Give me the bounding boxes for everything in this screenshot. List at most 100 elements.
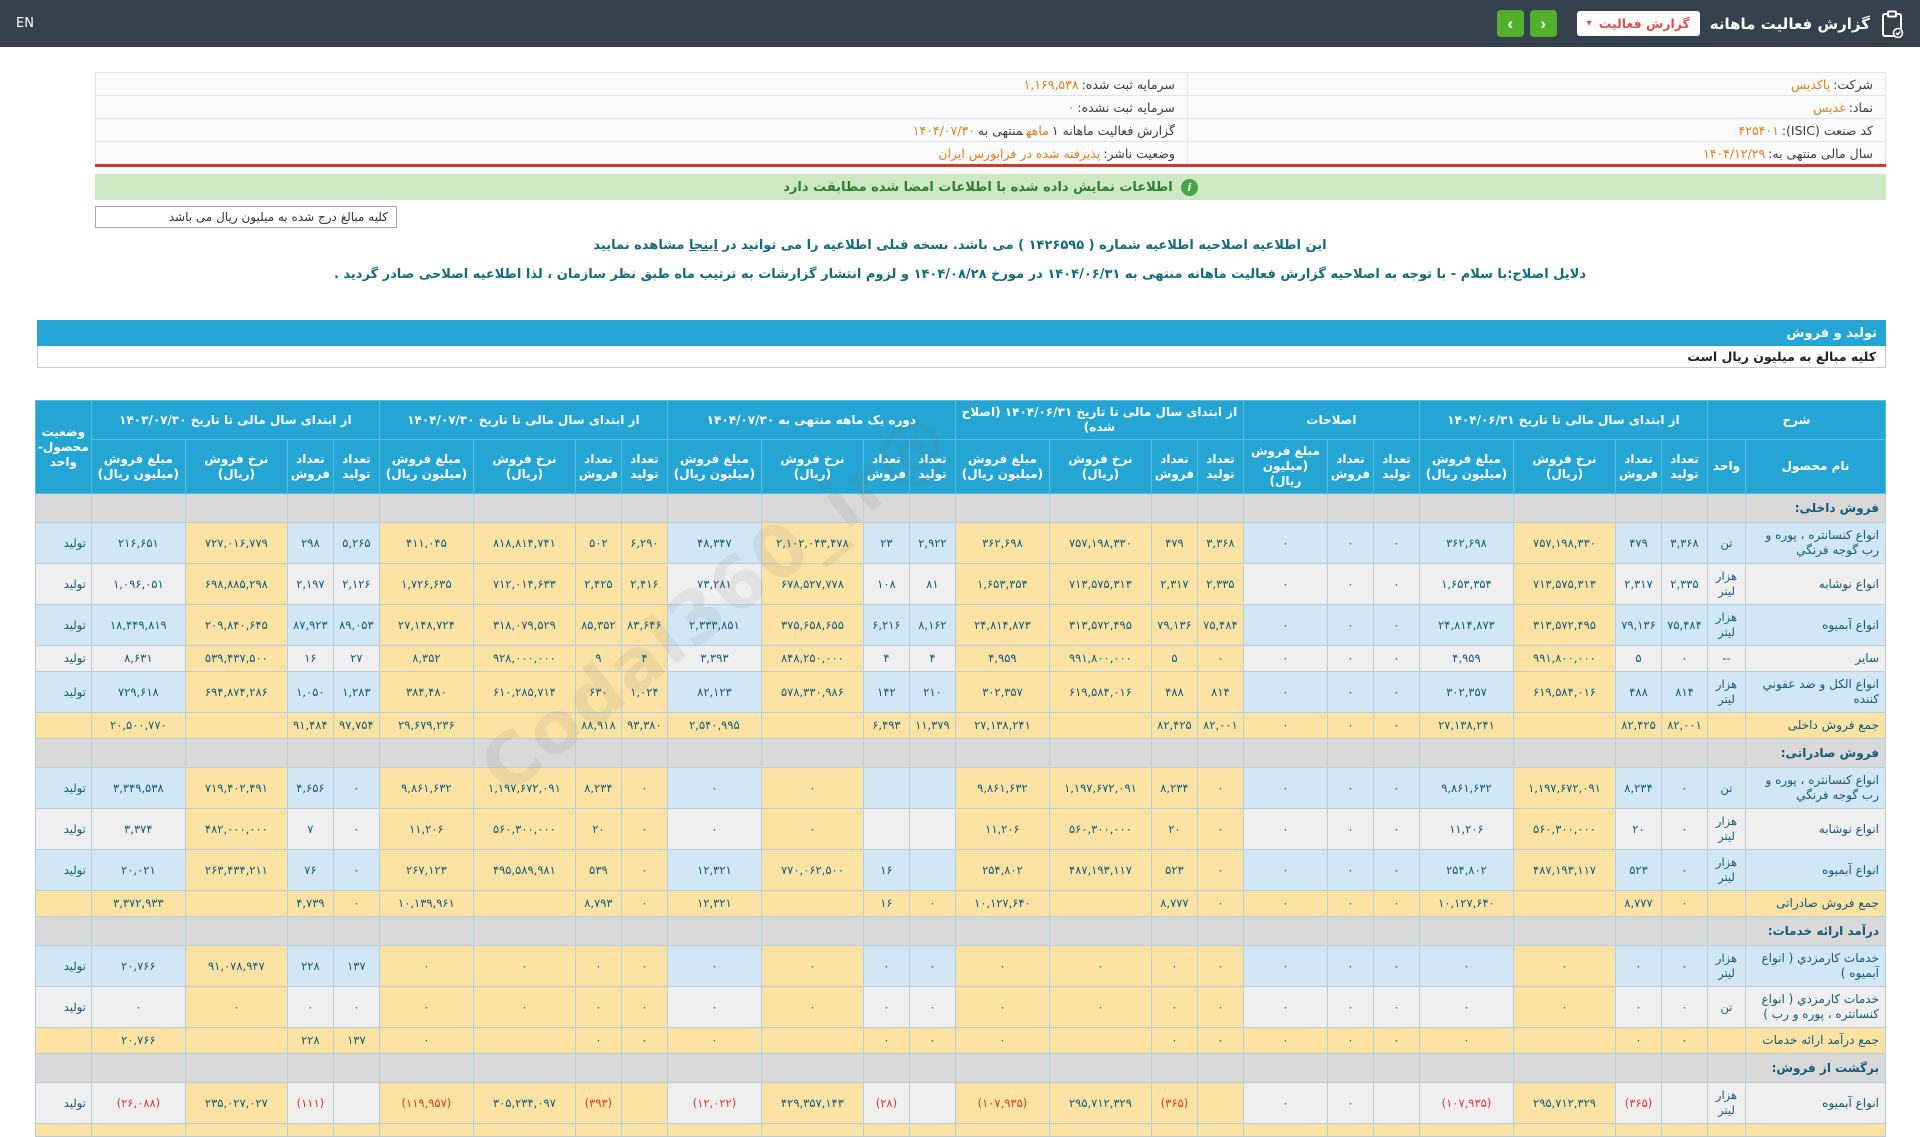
value-cell: ۲۷,۱۴۸,۷۲۴: [379, 605, 473, 646]
info-label: گزارش فعالیت ماهانه ۱: [1052, 123, 1175, 138]
value-cell: ۰: [1419, 1028, 1513, 1054]
partial-cell: [1243, 1124, 1327, 1137]
value-cell: ۲۷,۱۳۸,۲۴۱: [955, 713, 1049, 739]
section-cell: [1615, 917, 1661, 946]
column-subheader: تعداد تولید: [333, 440, 379, 494]
value-cell: ۰: [1197, 946, 1243, 987]
product-name-cell: انواع کنسانتره ، پوره و رب گوجه فرنگي: [1746, 768, 1886, 809]
partial-cell: [575, 1124, 621, 1137]
value-cell: ۹,۸۶۱,۶۳۲: [955, 768, 1049, 809]
value-cell: ۸,۲۳۴: [575, 768, 621, 809]
section-cell: [1151, 494, 1197, 523]
value-cell: ۰: [1661, 809, 1707, 850]
value-cell: ۰: [1243, 1083, 1327, 1124]
section-cell: [1419, 494, 1513, 523]
value-cell: ۳۱۳,۵۷۲,۴۹۵: [1049, 605, 1151, 646]
section-cell: [1327, 739, 1373, 768]
value-cell: ۱۱,۲۰۶: [955, 809, 1049, 850]
section-row: درآمد ارائه خدمات:: [35, 917, 1885, 946]
value-cell: ۰: [667, 809, 761, 850]
value-cell: ۸,۲۳۴: [1615, 768, 1661, 809]
value-cell: ۷۲۹,۶۱۸: [91, 672, 185, 713]
value-cell: ۳۰۵,۲۳۴,۰۹۷: [473, 1083, 575, 1124]
section-cell: [287, 917, 333, 946]
value-cell: ۰: [621, 850, 667, 891]
value-cell: ۳,۳۷۴: [91, 809, 185, 850]
value-cell: ۸۲,۱۲۳: [667, 672, 761, 713]
value-cell: ۷۹,۱۳۶: [1615, 605, 1661, 646]
value-cell: (۳۶۵): [1151, 1083, 1197, 1124]
value-cell: ۵: [1151, 646, 1197, 672]
value-cell: ۸۱۸,۸۱۴,۷۴۱: [473, 523, 575, 564]
unit-cell: هزار لیتر: [1707, 672, 1745, 713]
previous-version-link[interactable]: اینجا: [689, 238, 718, 253]
section-cell: [1419, 917, 1513, 946]
value-cell: ۰: [863, 1028, 909, 1054]
value-cell: ۰: [1197, 809, 1243, 850]
correction-reason-note: دلایل اصلاح:با سلام - با توجه به اصلاحیه…: [40, 267, 1880, 282]
language-toggle[interactable]: EN: [16, 16, 34, 31]
info-label: سال مالی منتهی به:: [1768, 146, 1873, 161]
table-header-group-row: شرحاز ابتدای سال مالی تا تاریخ ۱۴۰۴/۰۶/۳…: [35, 401, 1885, 440]
value-cell: ۲,۵۴۰,۹۹۵: [667, 713, 761, 739]
value-cell: ۱,۱۹۷,۶۷۲,۰۹۱: [1049, 768, 1151, 809]
total-label-cell: جمع فروش داخلی: [1746, 713, 1886, 739]
column-group-header-1: اصلاحات: [1243, 401, 1419, 440]
next-report-button[interactable]: ›: [1497, 10, 1524, 37]
section-cell: [35, 1054, 91, 1083]
value-cell: ۰: [1661, 946, 1707, 987]
section-cell: [1513, 917, 1615, 946]
total-label-cell: جمع فروش صادراتی: [1746, 891, 1886, 917]
column-subheader: مبلغ فروش (میلیون ریال): [379, 440, 473, 494]
prev-report-button[interactable]: ‹: [1530, 10, 1557, 37]
value-cell: ۴,۷۳۹: [287, 891, 333, 917]
signature-match-text: اطلاعات نمایش داده شده با اطلاعات امضا ش…: [783, 180, 1173, 195]
value-cell: ۹,۸۶۱,۶۳۲: [1419, 768, 1513, 809]
value-cell: ۸۹,۰۵۳: [333, 605, 379, 646]
value-cell: ۰: [1661, 987, 1707, 1028]
status-cell: تولید: [35, 564, 91, 605]
column-group-header-2: از ابتدای سال مالی تا تاریخ ۱۴۰۴/۰۶/۳۱ (…: [955, 401, 1243, 440]
value-cell: ۰: [621, 768, 667, 809]
value-cell: ۲۰: [1151, 809, 1197, 850]
value-cell: ۲۳: [863, 523, 909, 564]
column-header-unit: واحد: [1707, 440, 1745, 494]
column-group-header-4: از ابتدای سال مالی تا تاریخ ۱۴۰۴/۰۷/۳۰: [379, 401, 667, 440]
value-cell: ۰: [1327, 946, 1373, 987]
section-row: فروش داخلی:: [35, 494, 1885, 523]
value-cell: ۲۵۴,۸۰۲: [955, 850, 1049, 891]
table-row: انواع نوشابههزار لیتر۰۲۰۵۶۰,۳۰۰,۰۰۰۱۱,۲۰…: [35, 809, 1885, 850]
section-cell: [91, 739, 185, 768]
section-cell: [955, 917, 1049, 946]
value-cell: ۰: [575, 1028, 621, 1054]
table-row: انواع آبمیوههزار لیتر(۳۶۵)۲۹۵,۷۱۲,۳۲۹(۱۰…: [35, 1083, 1885, 1124]
value-cell: ۱۱,۲۰۶: [1419, 809, 1513, 850]
section-title-cell: فروش صادراتی:: [1746, 739, 1886, 768]
value-cell: ۰: [761, 946, 863, 987]
value-cell: ۲۴,۸۱۴,۸۷۳: [1419, 605, 1513, 646]
unit-cell: [1707, 891, 1745, 917]
section-cell: [379, 917, 473, 946]
value-cell: ۶۷۸,۵۲۷,۷۷۸: [761, 564, 863, 605]
status-cell: تولید: [35, 768, 91, 809]
total-row: جمع فروش صادراتی۰۸,۷۷۷۱۰,۱۲۷,۶۴۰۰۰۰۰۸,۷۷…: [35, 891, 1885, 917]
value-cell: ۰: [1661, 768, 1707, 809]
section-cell: [1327, 494, 1373, 523]
product-name-cell: انواع آبمیوه: [1746, 605, 1886, 646]
section-cell: [1661, 1054, 1707, 1083]
value-cell: ۶۹۸,۸۸۵,۲۹۸: [185, 564, 287, 605]
section-cell: [1373, 917, 1419, 946]
value-cell: ۰: [1419, 946, 1513, 987]
value-cell: ۶۱۹,۵۸۴,۰۱۶: [1513, 672, 1615, 713]
section-cell: [761, 739, 863, 768]
section-cell: [1373, 494, 1419, 523]
column-subheader: مبلغ فروش (میلیون ریال): [955, 440, 1049, 494]
value-cell: ۰: [1197, 768, 1243, 809]
section-cell: [575, 1054, 621, 1083]
report-type-dropdown[interactable]: گزارش فعالیت ▾: [1577, 11, 1700, 36]
value-cell: (۱۰۷,۹۳۵): [955, 1083, 1049, 1124]
section-cell: [761, 1054, 863, 1083]
section-cell: [1049, 739, 1151, 768]
value-cell: ۹۹۱,۸۰۰,۰۰۰: [1049, 646, 1151, 672]
value-cell: (۱۲,۰۲۲): [667, 1083, 761, 1124]
